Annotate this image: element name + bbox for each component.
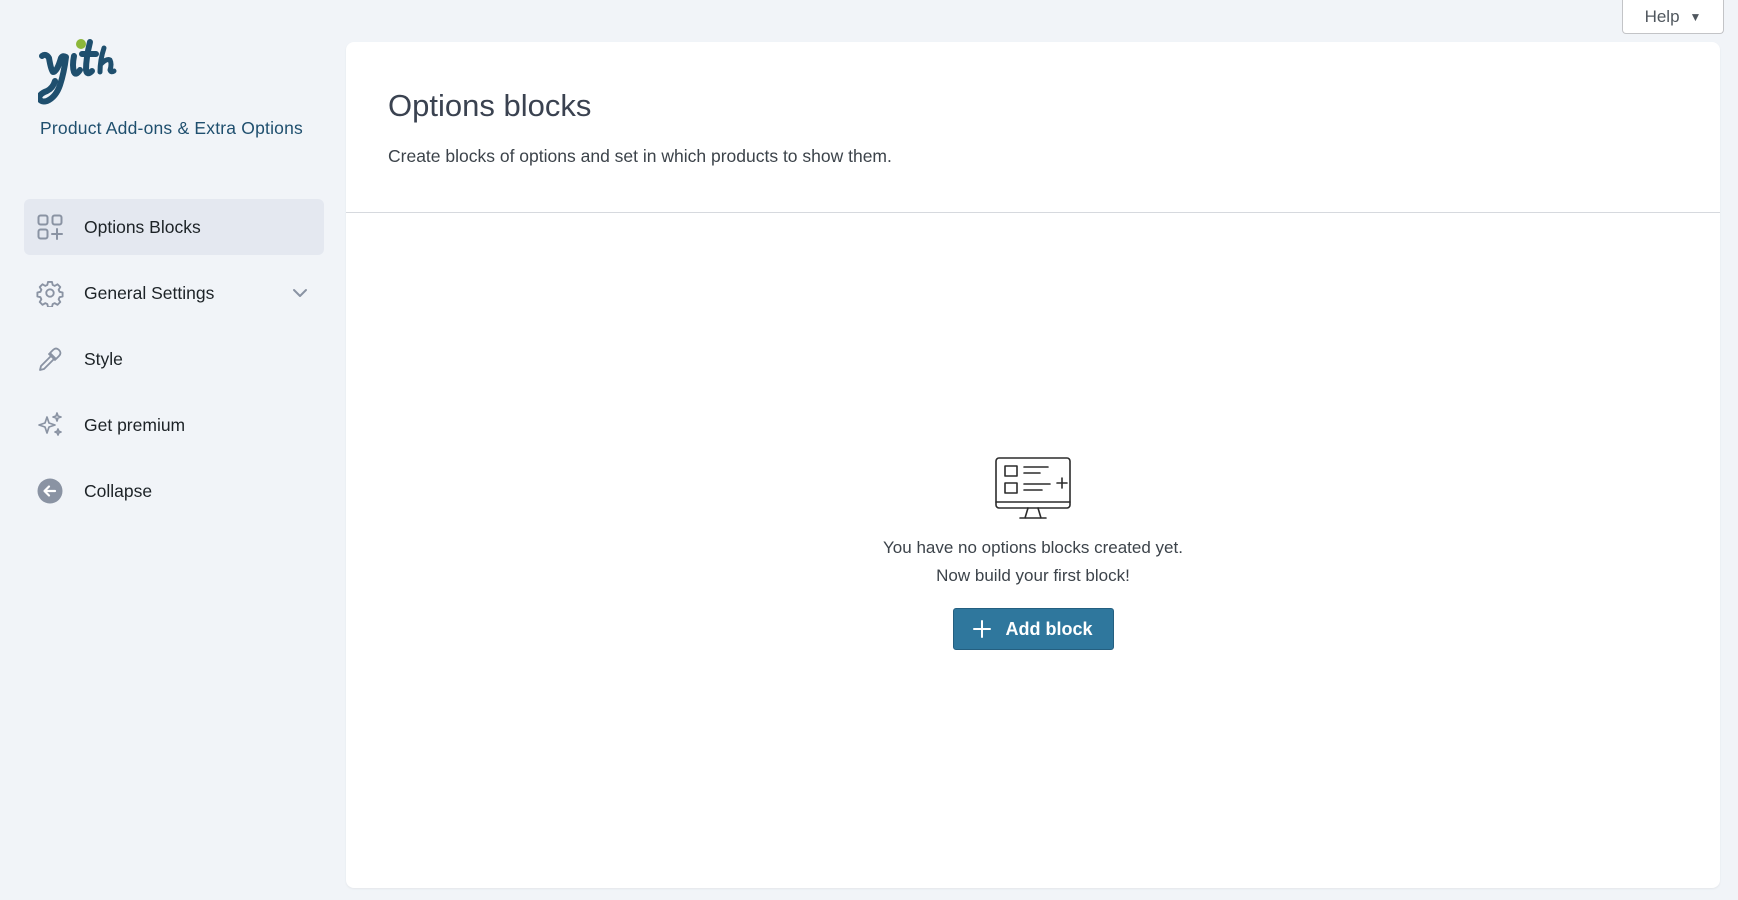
gear-icon <box>36 279 64 307</box>
empty-state-hint: Now build your first block! <box>936 566 1130 585</box>
sidebar-item-label: Get premium <box>84 414 186 435</box>
sidebar-item-get-premium[interactable]: Get premium <box>24 397 324 453</box>
sidebar-item-label: Style <box>84 348 123 369</box>
main-panel: Options blocks Create blocks of options … <box>346 42 1720 888</box>
sidebar-item-label: Options Blocks <box>84 216 201 237</box>
chevron-down-icon[interactable] <box>290 283 310 303</box>
add-block-label: Add block <box>1005 618 1093 639</box>
page: Help ▼ Product Add-ons & Extra Options O… <box>0 0 1738 900</box>
empty-state-message: You have no options blocks created yet. <box>883 538 1183 557</box>
arrow-left-circle-icon <box>36 477 64 505</box>
sidebar-item-label: General Settings <box>84 282 215 303</box>
monitor-list-icon <box>995 457 1071 519</box>
sidebar-item-collapse[interactable]: Collapse <box>24 463 324 519</box>
add-block-button[interactable]: Add block <box>952 608 1114 650</box>
sparkles-icon <box>36 411 64 439</box>
yith-logo-icon <box>38 39 117 105</box>
eyedropper-icon <box>36 345 64 373</box>
plugin-title: Product Add-ons & Extra Options <box>40 118 304 138</box>
help-label: Help <box>1644 6 1680 26</box>
page-title: Options blocks <box>388 88 592 123</box>
sidebar-item-label: Collapse <box>84 480 153 501</box>
page-subtitle: Create blocks of options and set in whic… <box>388 146 892 166</box>
empty-state: You have no options blocks created yet. … <box>346 456 1720 650</box>
blocks-grid-icon <box>36 213 64 241</box>
plus-icon <box>973 620 992 638</box>
caret-down-icon: ▼ <box>1689 9 1702 24</box>
sidebar-nav: Options Blocks General Settings Style Ge… <box>24 199 324 529</box>
sidebar: Product Add-ons & Extra Options Options … <box>0 0 345 900</box>
sidebar-item-options-blocks[interactable]: Options Blocks <box>24 199 324 255</box>
sidebar-item-general-settings[interactable]: General Settings <box>24 265 324 321</box>
sidebar-item-style[interactable]: Style <box>24 331 324 387</box>
main-header: Options blocks Create blocks of options … <box>346 42 1720 213</box>
help-tab-button[interactable]: Help ▼ <box>1622 0 1724 34</box>
